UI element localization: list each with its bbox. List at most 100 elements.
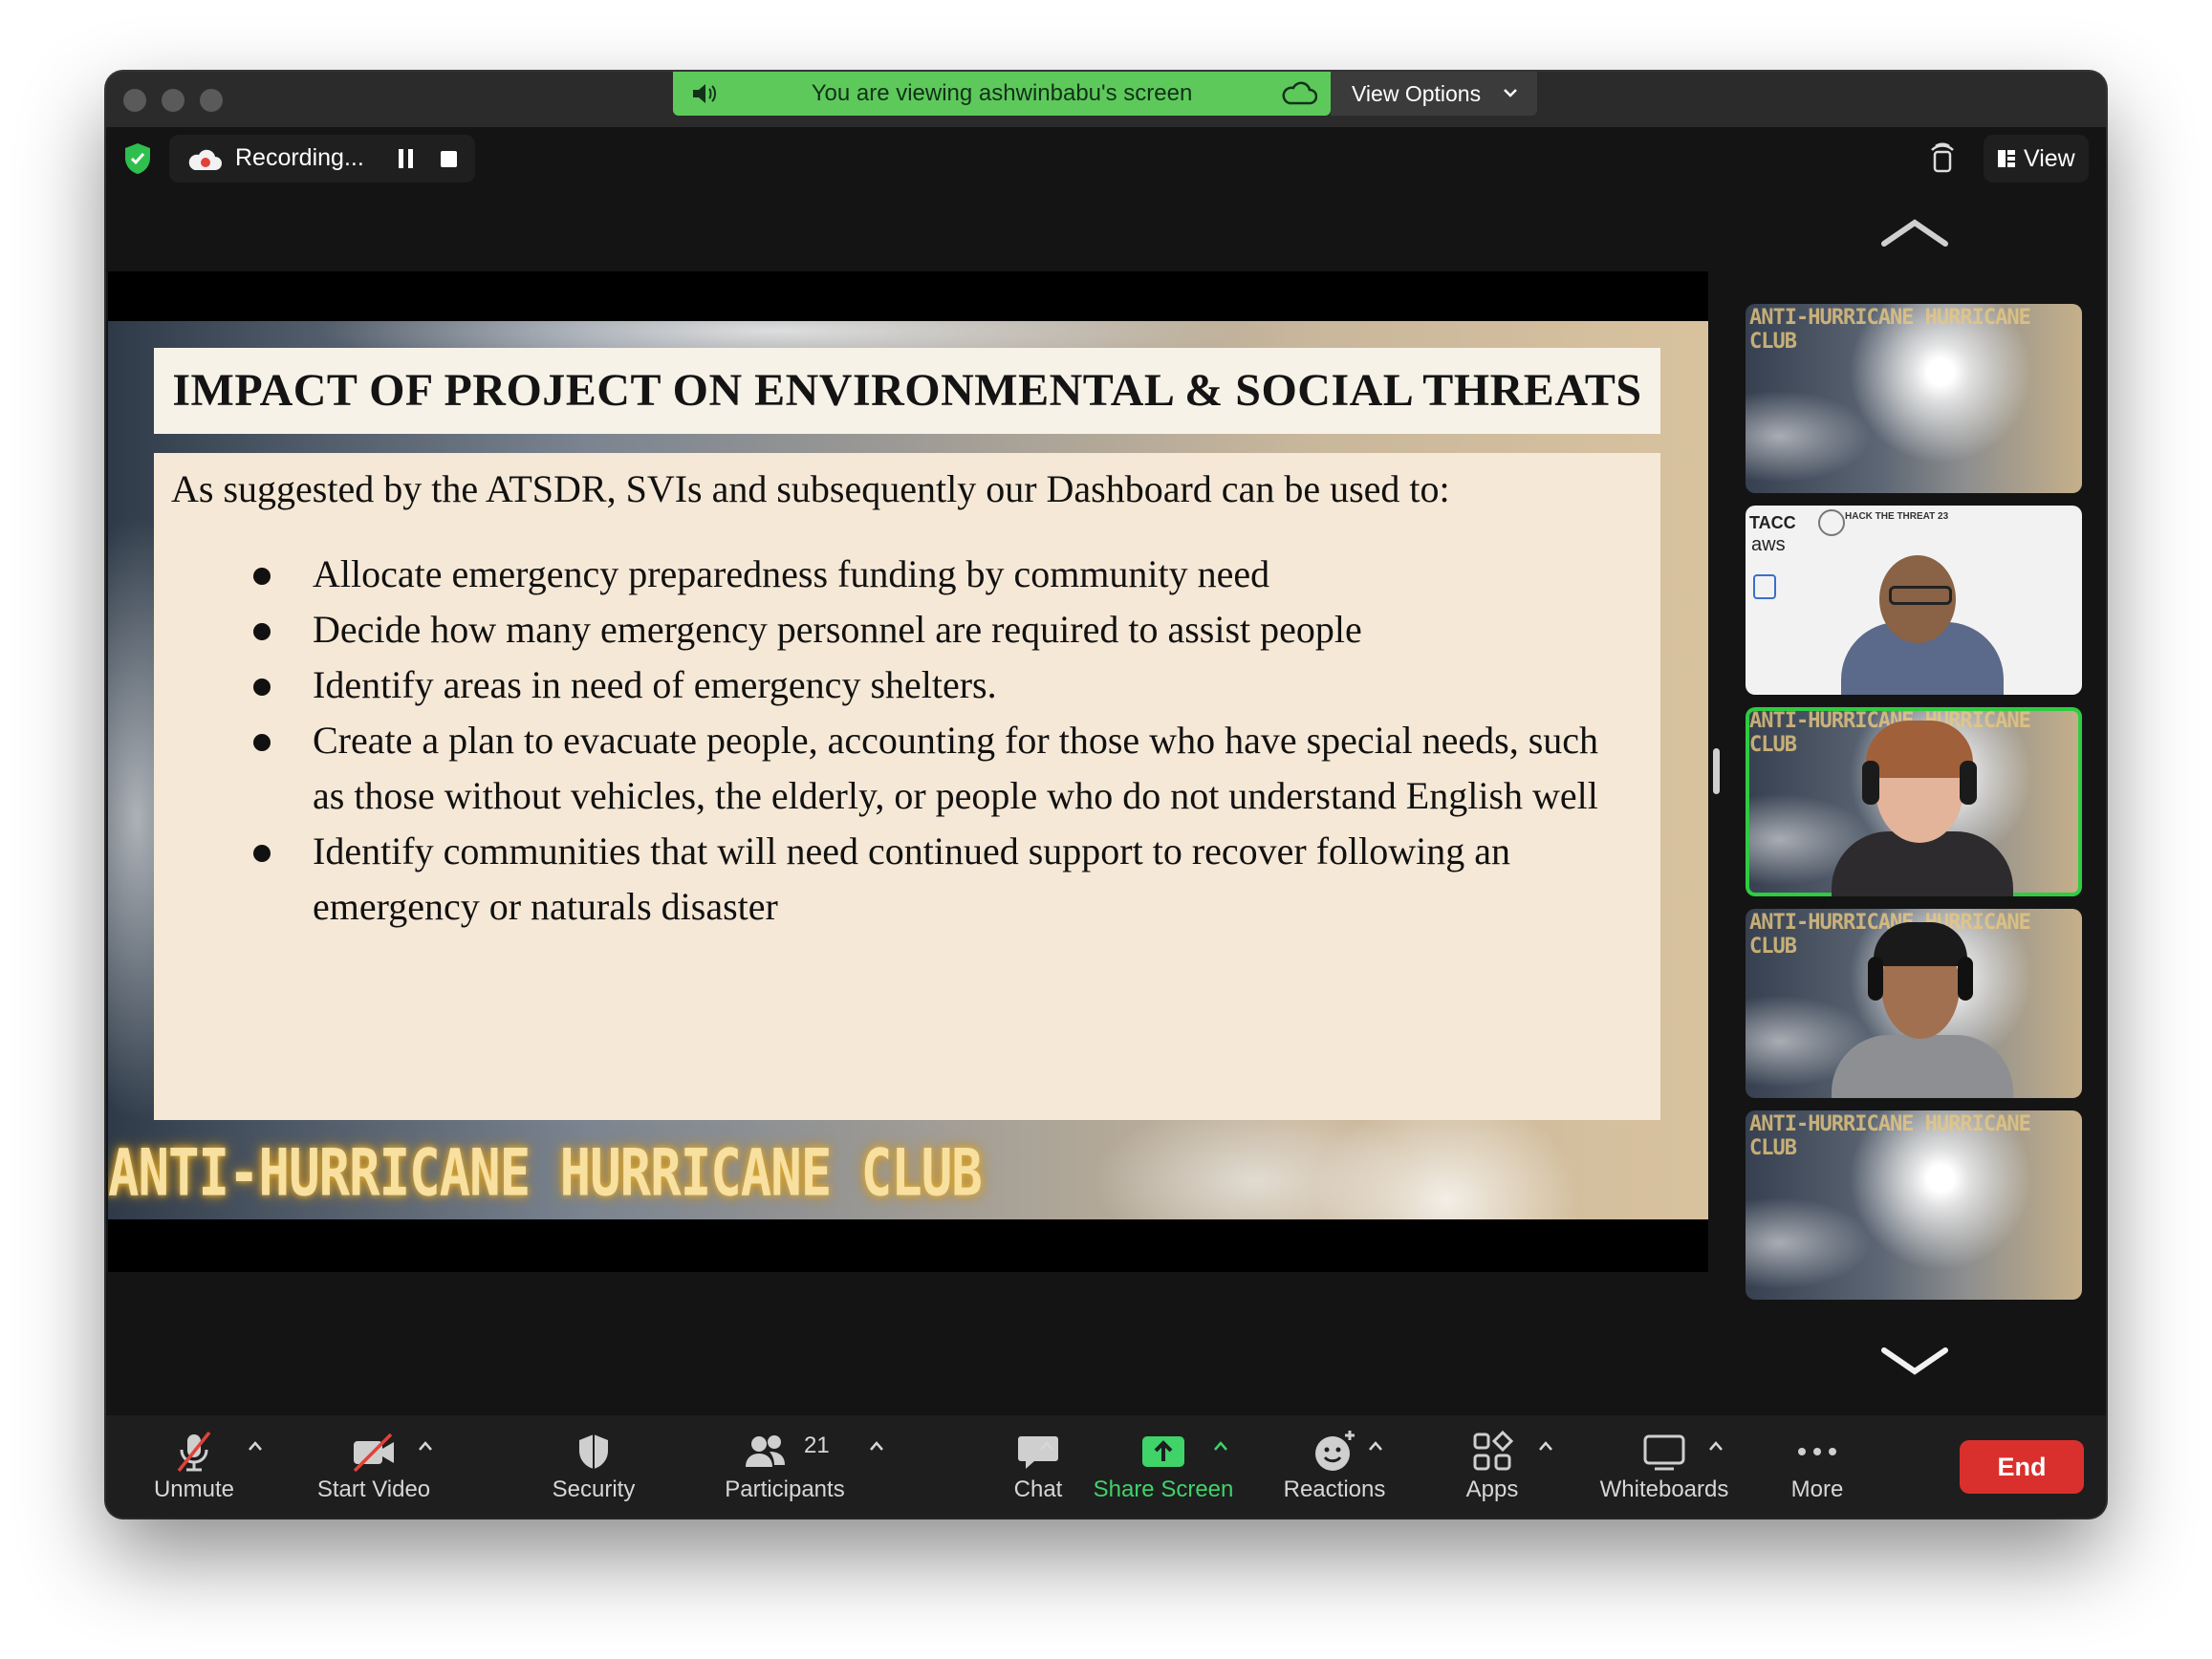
- apps-options-caret-icon[interactable]: [1538, 1440, 1553, 1452]
- more-label: More: [1790, 1476, 1844, 1502]
- scroll-down-chevron-icon[interactable]: [1878, 1345, 1951, 1377]
- reactions-label: Reactions: [1283, 1476, 1386, 1502]
- zoom-window-button[interactable]: [200, 89, 223, 112]
- club-logo-text: ANTI-HURRICANE HURRICANE CLUB: [108, 1135, 983, 1211]
- apps-label: Apps: [1465, 1476, 1519, 1502]
- reactions-button[interactable]: Reactions: [1263, 1415, 1406, 1518]
- banner-text: You are viewing ashwinbabu's screen: [811, 80, 1193, 106]
- slide-intro: As suggested by the ATSDR, SVIs and subs…: [171, 467, 1450, 510]
- whiteboard-icon: [1643, 1434, 1685, 1471]
- meeting-toolbar: Unmute Start Video Security 21 Participa…: [106, 1415, 2106, 1518]
- layout-grid-icon: [1998, 150, 2015, 167]
- view-label: View: [2024, 145, 2075, 172]
- immersive-view-icon[interactable]: [1926, 142, 1959, 175]
- security-label: Security: [552, 1476, 636, 1502]
- shared-screen[interactable]: IMPACT OF PROJECT ON ENVIRONMENTAL & SOC…: [108, 271, 1708, 1272]
- share-screen-icon: [1142, 1436, 1184, 1467]
- whiteboards-label: Whiteboards: [1599, 1476, 1729, 1502]
- bullet-item: Allocate emergency preparedness funding …: [249, 547, 1607, 602]
- participant-body: [1832, 1035, 2013, 1098]
- minimize-window-button[interactable]: [162, 89, 184, 112]
- view-button[interactable]: View: [1984, 135, 2089, 183]
- apps-button[interactable]: Apps: [1444, 1415, 1540, 1518]
- slide-title: IMPACT OF PROJECT ON ENVIRONMENTAL & SOC…: [172, 365, 1642, 416]
- participant-tile[interactable]: ANTI-HURRICANE HURRICANE CLUB: [1746, 304, 2082, 493]
- bullet-text: Decide how many emergency personnel are …: [313, 608, 1362, 651]
- end-meeting-button[interactable]: End: [1960, 1440, 2084, 1494]
- chat-button[interactable]: Chat: [990, 1415, 1086, 1518]
- encryption-shield-icon[interactable]: [123, 142, 152, 175]
- bullet-text: Create a plan to evacuate people, accoun…: [313, 719, 1599, 817]
- bullet-dot: [253, 845, 271, 862]
- screen-share-banner: You are viewing ashwinbabu's screen: [673, 72, 1331, 116]
- whiteboards-options-caret-icon[interactable]: [1708, 1440, 1724, 1452]
- cloud-icon: [1282, 81, 1317, 105]
- close-window-button[interactable]: [123, 89, 146, 112]
- participant-tile-active-speaker[interactable]: ANTI-HURRICANE HURRICANE CLUB: [1746, 707, 2082, 896]
- slide-body: As suggested by the ATSDR, SVIs and subs…: [154, 453, 1660, 1120]
- participant-tile[interactable]: ANTI-HURRICANE HURRICANE CLUB: [1746, 909, 2082, 1098]
- participants-count: 21: [804, 1433, 830, 1458]
- bullet-item: Create a plan to evacuate people, accoun…: [249, 713, 1607, 824]
- bullet-dot: [253, 568, 271, 585]
- unmute-button[interactable]: Unmute: [127, 1415, 261, 1518]
- share-screen-button[interactable]: Share Screen: [1077, 1415, 1249, 1518]
- chevron-down-icon: [1504, 89, 1517, 97]
- tile-tag: ANTI-HURRICANE HURRICANE CLUB: [1749, 1112, 2031, 1160]
- participants-label: Participants: [725, 1476, 845, 1502]
- pause-recording-icon[interactable]: [398, 148, 415, 169]
- chat-bubble-icon: [1018, 1436, 1058, 1469]
- more-dots-icon: [1798, 1448, 1836, 1455]
- security-button[interactable]: Security: [536, 1415, 651, 1518]
- participant-hair: [1866, 721, 1973, 778]
- share-options-caret-icon[interactable]: [1213, 1440, 1228, 1452]
- bullet-item: Decide how many emergency personnel are …: [249, 602, 1607, 657]
- bullet-text: Identify communities that will need cont…: [313, 830, 1511, 928]
- video-off-icon: [353, 1433, 394, 1473]
- cloud-recording-icon: [188, 149, 222, 170]
- glasses-icon: [1889, 586, 1952, 605]
- hack-logo-text: HACK THE THREAT 23: [1845, 511, 1949, 522]
- stop-recording-button[interactable]: [441, 151, 457, 167]
- headphones-icon: [1960, 761, 1977, 805]
- view-options-button[interactable]: View Options: [1331, 72, 1537, 116]
- view-options-label: View Options: [1352, 81, 1482, 106]
- start-video-button[interactable]: Start Video: [288, 1415, 460, 1518]
- chat-options-caret-icon[interactable]: [1039, 1440, 1054, 1452]
- bullet-dot: [253, 734, 271, 751]
- event-logo-icon: [1818, 509, 1845, 536]
- headphones-icon: [1868, 957, 1883, 1001]
- unmute-label: Unmute: [153, 1476, 235, 1502]
- audio-options-caret-icon[interactable]: [248, 1440, 263, 1452]
- start-video-label: Start Video: [316, 1476, 431, 1502]
- tacc-logo-text: TACC: [1749, 513, 1796, 532]
- participants-button[interactable]: 21 Participants: [708, 1415, 861, 1518]
- presentation-slide: IMPACT OF PROJECT ON ENVIRONMENTAL & SOC…: [108, 321, 1708, 1219]
- bullet-dot: [253, 679, 271, 696]
- bullet-text: Allocate emergency preparedness funding …: [313, 552, 1270, 595]
- headphones-icon: [1862, 761, 1879, 805]
- panel-resize-handle[interactable]: [1713, 748, 1720, 794]
- more-button[interactable]: More: [1769, 1415, 1865, 1518]
- participants-options-caret-icon[interactable]: [869, 1440, 884, 1452]
- smiley-icon: [1315, 1431, 1355, 1471]
- participant-tile[interactable]: ANTI-HURRICANE HURRICANE CLUB: [1746, 1110, 2082, 1300]
- microphone-muted-icon: [177, 1431, 211, 1473]
- participant-tile[interactable]: TACC aws HACK THE THREAT 23: [1746, 506, 2082, 695]
- bullet-item: Identify communities that will need cont…: [249, 824, 1607, 935]
- bullet-item: Identify areas in need of emergency shel…: [249, 657, 1607, 713]
- whiteboards-button[interactable]: Whiteboards: [1578, 1415, 1750, 1518]
- share-screen-label: Share Screen: [1093, 1476, 1234, 1502]
- bullet-dot: [253, 623, 271, 640]
- chat-label: Chat: [1013, 1476, 1063, 1502]
- participants-icon: [746, 1435, 785, 1467]
- recording-label: Recording...: [235, 144, 364, 171]
- bullet-text: Identify areas in need of emergency shel…: [313, 663, 997, 706]
- video-options-caret-icon[interactable]: [418, 1440, 433, 1452]
- apps-icon: [1473, 1430, 1514, 1471]
- reactions-options-caret-icon[interactable]: [1368, 1440, 1383, 1452]
- bullet-list: Allocate emergency preparedness funding …: [249, 547, 1607, 935]
- shield-icon: [579, 1434, 608, 1469]
- aws-logo-text: aws: [1751, 534, 1786, 555]
- scroll-up-chevron-icon[interactable]: [1878, 217, 1951, 249]
